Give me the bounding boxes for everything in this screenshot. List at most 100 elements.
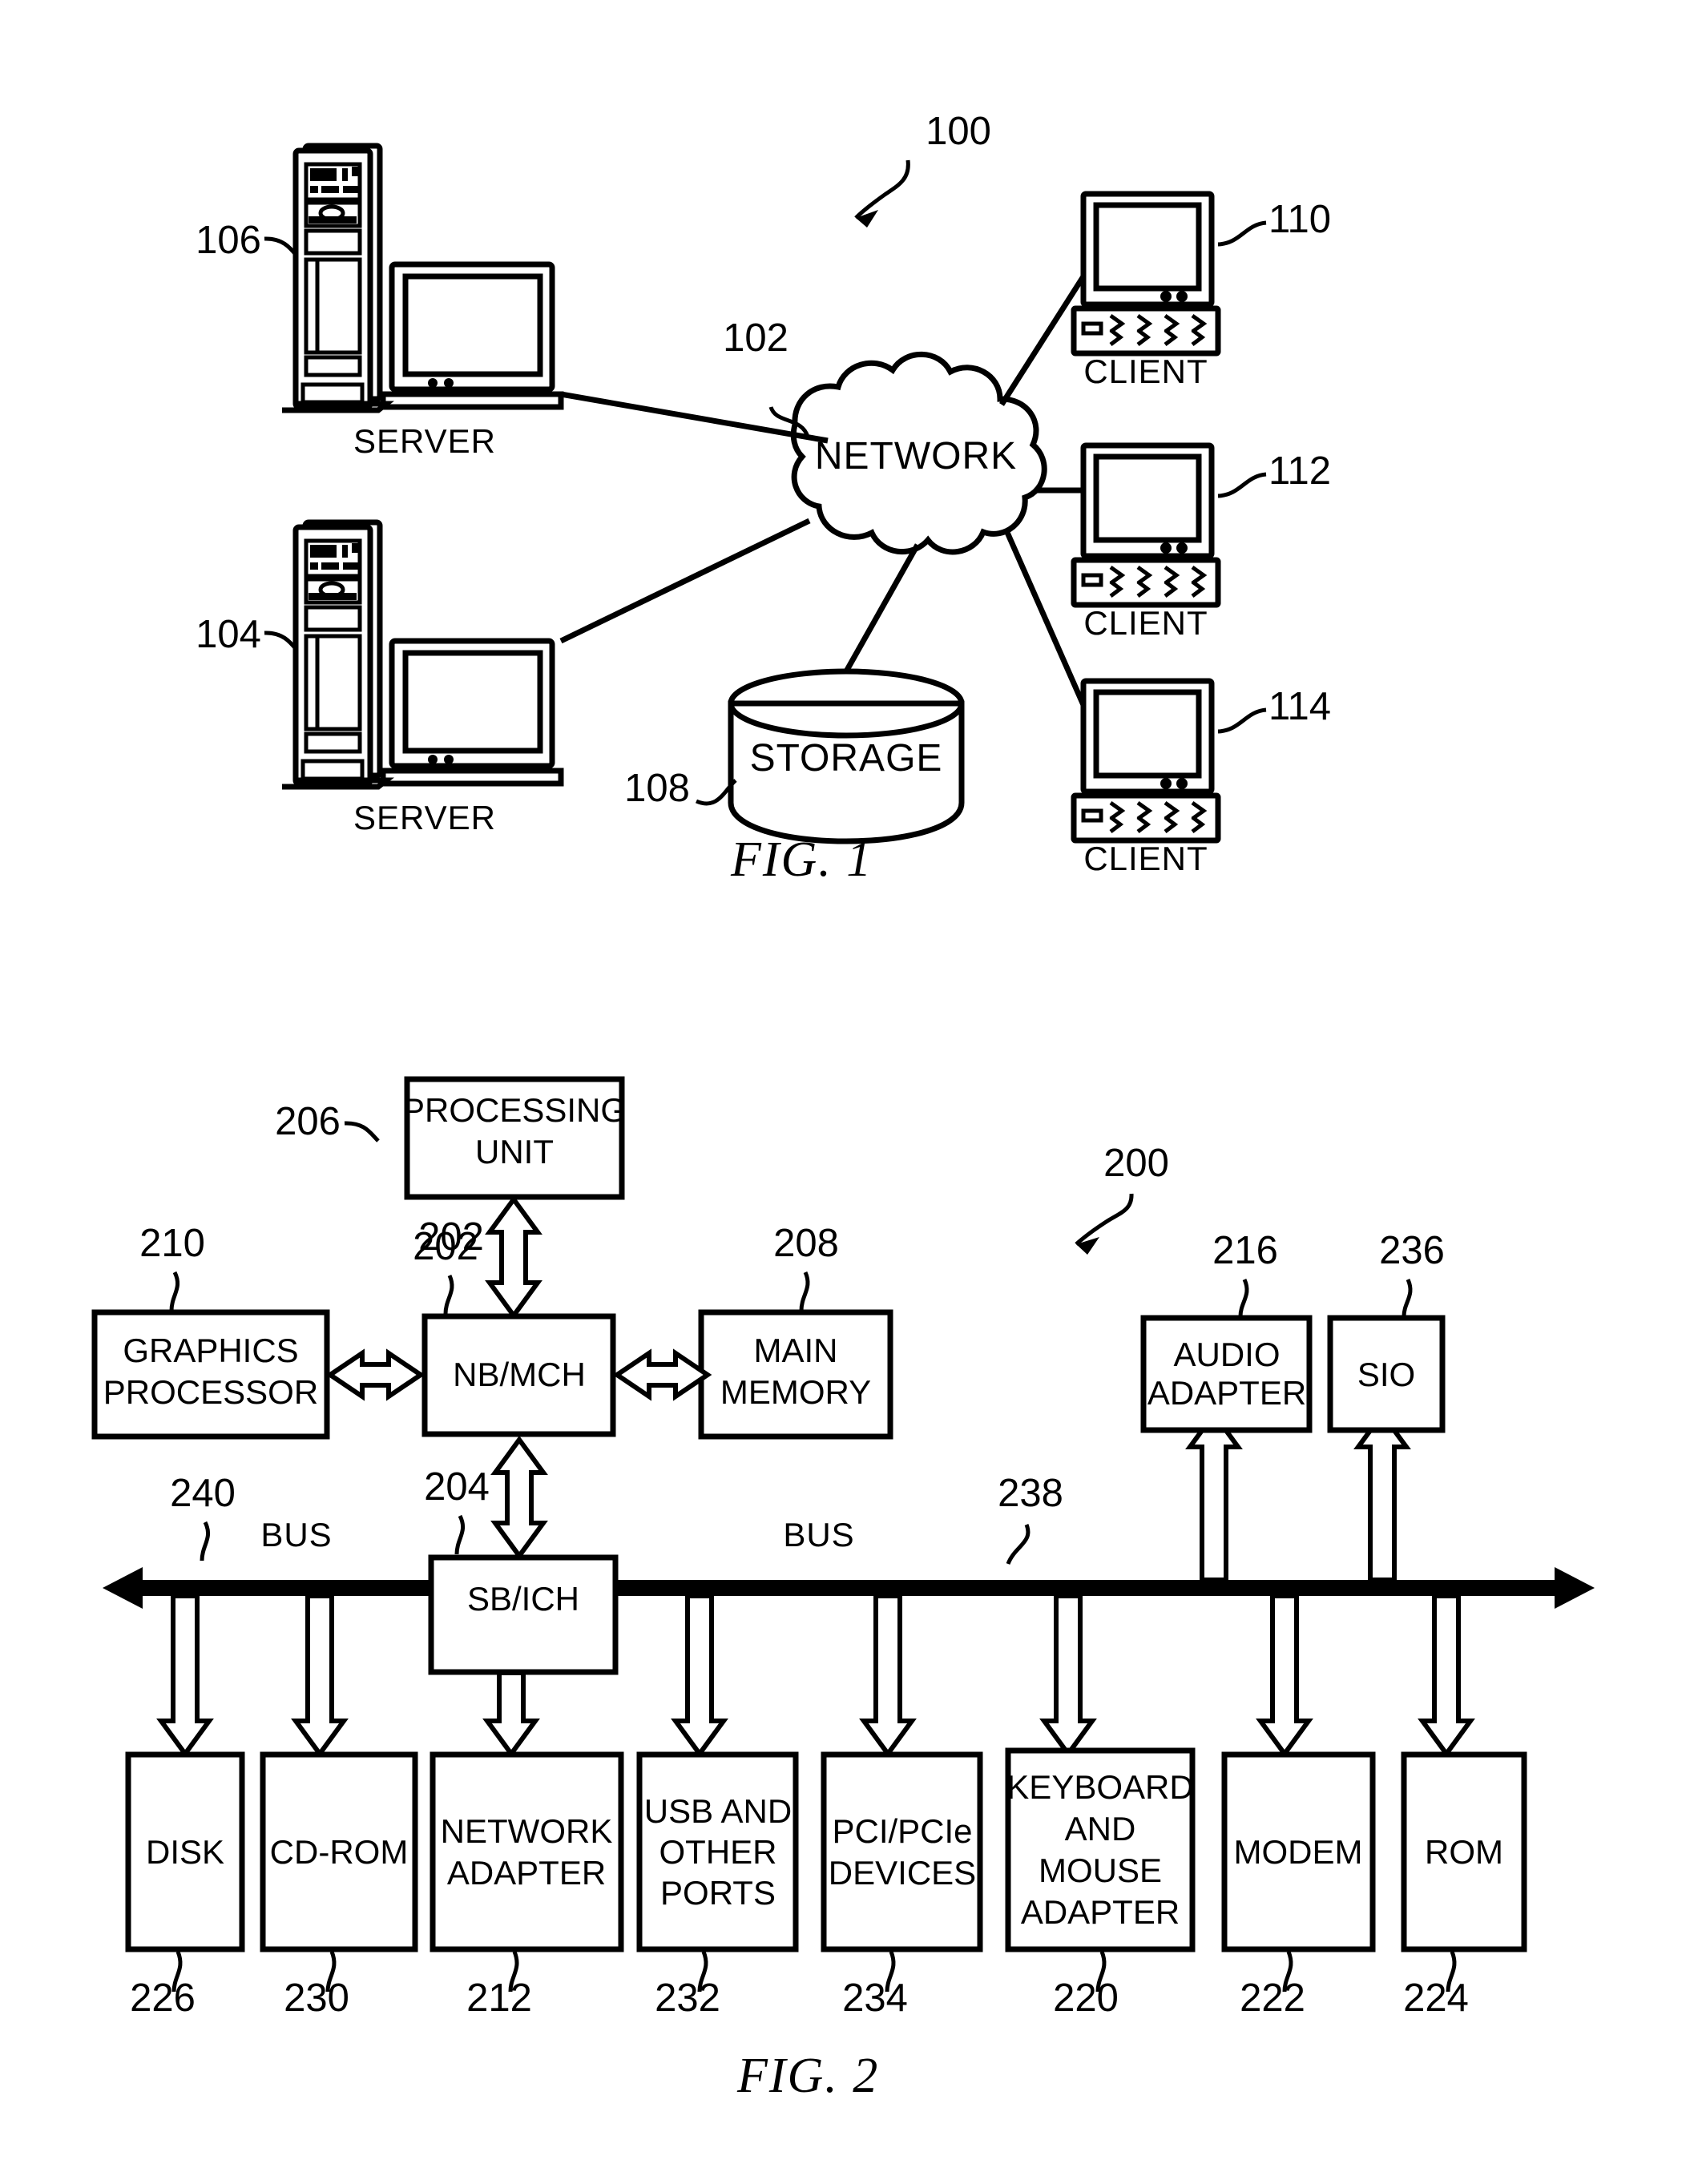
client-110-label: CLIENT xyxy=(1083,353,1208,390)
bus-up-arrows xyxy=(1185,1409,1411,1582)
pci-devices-line1: PCI/PCIe xyxy=(832,1812,972,1850)
block-audio-adapter: AUDIO ADAPTER 216 xyxy=(1140,1229,1313,1433)
ref-216: 216 xyxy=(1212,1229,1278,1272)
graphics-processor-line1: GRAPHICS xyxy=(123,1332,298,1369)
keyboard-mouse-line2: AND xyxy=(1065,1810,1136,1848)
client-110-keyboard xyxy=(1071,305,1221,357)
network-label: NETWORK xyxy=(815,435,1017,477)
block-cdrom: CD-ROM 230 xyxy=(260,1751,418,2020)
client-112-keyboard xyxy=(1071,557,1221,608)
server-monitor-106 xyxy=(380,261,564,410)
figure-1-caption: FIG. 1 xyxy=(731,832,873,887)
ref-222: 222 xyxy=(1240,1976,1305,2020)
server-tower-104 xyxy=(282,519,394,790)
network-cloud-102: NETWORK 102 xyxy=(723,316,1047,555)
usb-ports-line2: OTHER xyxy=(659,1833,777,1871)
ref-220: 220 xyxy=(1053,1976,1119,2020)
figure-1: 100 106 SERVER 104 SERVER NETWORK 102 ST… xyxy=(196,110,1331,877)
cdrom-label: CD-ROM xyxy=(270,1833,409,1871)
ref-240: 240 xyxy=(170,1472,236,1515)
block-rom: ROM 224 xyxy=(1401,1751,1527,2020)
storage-108: STORAGE 108 xyxy=(624,668,965,844)
server-monitor-104 xyxy=(380,638,564,787)
usb-ports-line1: USB AND xyxy=(644,1792,792,1830)
network-adapter-line1: NETWORK xyxy=(441,1812,613,1850)
nb-mch-label: NB/MCH xyxy=(453,1356,586,1393)
figures-canvas: .ln{stroke:#000;fill:none;} .thk{stroke-… xyxy=(91,110,1595,2020)
block-keyboard-mouse-adapter: KEYBOARD AND MOUSE ADAPTER 220 xyxy=(1005,1747,1196,2020)
processing-unit-line2: UNIT xyxy=(475,1133,554,1171)
server-104-label: SERVER xyxy=(353,799,496,836)
arrow-nbmch-sbich xyxy=(490,1435,548,1561)
rom-label: ROM xyxy=(1425,1833,1503,1871)
ref-208: 208 xyxy=(773,1222,839,1265)
ref-100: 100 xyxy=(926,110,991,153)
ref-224: 224 xyxy=(1403,1976,1469,2020)
ref-100-leader xyxy=(854,159,910,228)
graphics-processor-line2: PROCESSOR xyxy=(103,1373,318,1411)
storage-label: STORAGE xyxy=(750,737,943,780)
bus-label-left: BUS xyxy=(260,1516,332,1553)
keyboard-mouse-line4: ADAPTER xyxy=(1021,1893,1180,1931)
ref-110: 110 xyxy=(1268,198,1331,241)
ref-236: 236 xyxy=(1379,1229,1445,1272)
block-network-adapter: NETWORK ADAPTER 212 xyxy=(430,1751,624,2020)
ref-212: 212 xyxy=(466,1976,532,2020)
ref-232: 232 xyxy=(655,1976,720,2020)
server-tower-106 xyxy=(282,143,394,413)
audio-adapter-line2: ADAPTER xyxy=(1147,1374,1306,1412)
client-114-group: CLIENT 114 xyxy=(1071,678,1331,877)
client-110-group: CLIENT 110 xyxy=(1071,191,1331,390)
block-modem: MODEM 222 xyxy=(1221,1751,1376,2020)
bus-label-right: BUS xyxy=(783,1516,854,1553)
ref-226: 226 xyxy=(130,1976,196,2020)
ref-114: 114 xyxy=(1268,685,1331,728)
ref-200: 200 xyxy=(1103,1142,1169,1185)
pci-devices-line2: DEVICES xyxy=(829,1854,976,1892)
ref-112: 112 xyxy=(1268,449,1331,493)
server-106-group: 106 SERVER xyxy=(196,143,564,460)
client-112-label: CLIENT xyxy=(1083,604,1208,642)
disk-label: DISK xyxy=(146,1833,224,1871)
patent-drawing-sheet: .ln{stroke:#000;fill:none;} .thk{stroke-… xyxy=(0,0,1698,2184)
block-main-memory: MAIN MEMORY 208 xyxy=(698,1222,893,1440)
ref-102: 102 xyxy=(723,316,789,360)
arrow-nbmch-mm xyxy=(612,1348,712,1401)
ref-106: 106 xyxy=(196,219,261,262)
block-pci-devices: PCI/PCIe DEVICES 234 xyxy=(821,1751,983,2020)
bus-down-arrows xyxy=(156,1594,1475,1759)
network-adapter-line2: ADAPTER xyxy=(447,1854,606,1892)
client-114-label: CLIENT xyxy=(1083,840,1208,877)
block-sio: SIO 236 xyxy=(1327,1229,1446,1433)
ref-200-leader xyxy=(1075,1193,1134,1255)
ref-108: 108 xyxy=(624,767,690,810)
ref-204-leader-text: 204 xyxy=(424,1465,490,1509)
arrow-pu-nbmch xyxy=(485,1195,542,1320)
modem-label: MODEM xyxy=(1234,1833,1363,1871)
server-104-group: 104 SERVER xyxy=(196,519,564,836)
main-memory-line1: MAIN xyxy=(754,1332,838,1369)
audio-adapter-line1: AUDIO xyxy=(1173,1336,1280,1373)
server-106-label: SERVER xyxy=(353,422,496,460)
sb-ich-label: SB/ICH xyxy=(467,1580,579,1618)
figure-2: 200 PROCESSING UNIT 206 202 NB/MCH 202 G… xyxy=(91,1076,1595,2020)
client-114-keyboard xyxy=(1071,792,1221,844)
sio-label: SIO xyxy=(1357,1356,1415,1393)
main-memory-line2: MEMORY xyxy=(720,1373,871,1411)
ref-210: 210 xyxy=(139,1222,205,1265)
block-processing-unit: PROCESSING UNIT 206 xyxy=(275,1076,627,1200)
ref-202: 202 xyxy=(413,1225,478,1268)
ref-238: 238 xyxy=(998,1472,1063,1515)
keyboard-mouse-line3: MOUSE xyxy=(1039,1852,1162,1889)
ref-234: 234 xyxy=(842,1976,908,2020)
arrow-gp-nbmch xyxy=(325,1348,426,1401)
figure-2-caption: FIG. 2 xyxy=(737,2049,880,2103)
ref-104: 104 xyxy=(196,613,261,656)
block-usb-ports: USB AND OTHER PORTS 232 xyxy=(636,1751,799,2020)
block-graphics-processor: GRAPHICS PROCESSOR 210 xyxy=(91,1222,330,1440)
block-disk: DISK 226 xyxy=(125,1751,245,2020)
keyboard-mouse-line1: KEYBOARD xyxy=(1006,1768,1193,1806)
ref-206: 206 xyxy=(275,1100,341,1143)
ref-230: 230 xyxy=(284,1976,349,2020)
block-sb-ich: SB/ICH xyxy=(428,1554,619,1675)
